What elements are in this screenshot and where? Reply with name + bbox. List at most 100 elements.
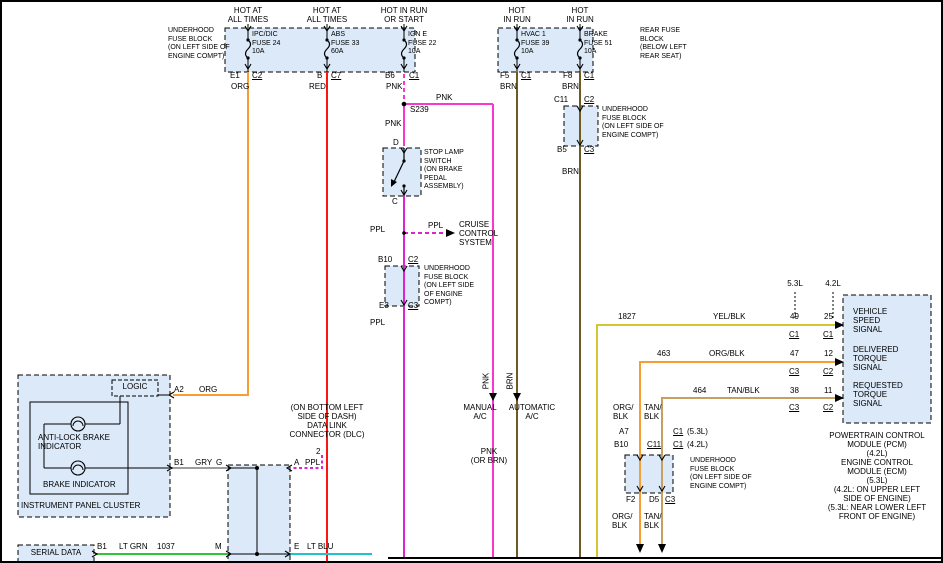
conn-c1-53: C1 <box>673 427 683 436</box>
arrow-to-cruise <box>446 229 455 237</box>
abs-indicator-label: ANTI-LOCK BRAKE INDICATOR <box>38 433 110 451</box>
pin-b6: B6 <box>385 71 395 80</box>
wire-label-brn-1: BRN <box>500 82 517 91</box>
pin-e3: E3 <box>379 301 389 310</box>
pin-b1-serial: B1 <box>97 542 107 551</box>
wire-num-463: 463 <box>657 349 670 358</box>
delivered-torque-label: DELIVERED TORQUE SIGNAL <box>853 345 898 372</box>
conn-c1-ign: C1 <box>409 71 419 80</box>
wire-tan-blk <box>662 398 842 549</box>
conn-c2-11: C2 <box>823 403 833 412</box>
stop-lamp-switch-label: STOP LAMP SWITCH (ON BRAKE PEDAL ASSEMBL… <box>424 149 464 192</box>
wire-num-464: 464 <box>693 386 706 395</box>
pin-c: C <box>392 197 398 206</box>
stop-lamp-switch-box <box>383 148 421 196</box>
underhood-b10-box <box>385 266 419 306</box>
conn-c3-b5: C3 <box>584 145 594 154</box>
underhood-right-label: UNDERHOOD FUSE BLOCK (ON LEFT SIDE OF EN… <box>690 457 752 491</box>
conn-c3-d5: C3 <box>665 495 675 504</box>
pin-b5: B5 <box>557 145 567 154</box>
feed-hot-4: HOT IN RUN <box>503 6 531 24</box>
pin-49: 49 <box>790 312 799 321</box>
conn-c11-right: C11 <box>647 440 661 449</box>
fuse-abs: ABS FUSE 33 60A <box>331 31 359 57</box>
pin-2: 2 <box>316 447 320 456</box>
engine-5-3l-label: 5.3L <box>787 279 803 288</box>
pin-m: M <box>215 542 222 551</box>
pin-c11: C11 <box>554 95 568 104</box>
conn-c1-hvac: C1 <box>521 71 531 80</box>
fuse-ipc-dic: IPC/DIC FUSE 24 10A <box>252 31 280 57</box>
pin-d5: D5 <box>649 495 659 504</box>
variant-5-3l: (5.3L) <box>687 427 708 436</box>
automatic-ac-label: AUTOMATIC A/C <box>509 403 555 421</box>
pin-b10-right: B10 <box>614 440 628 449</box>
feed-hot-5: HOT IN RUN <box>566 6 594 24</box>
wire-label-org-2: ORG <box>199 385 217 394</box>
conn-c2-b10: C2 <box>408 255 418 264</box>
wire-label-pnk-vert: PNK <box>482 373 491 389</box>
variant-4-2l: (4.2L) <box>687 440 708 449</box>
serial-data-label: SERIAL DATA <box>31 548 82 557</box>
conn-c7: C7 <box>331 71 341 80</box>
feed-hot-3: HOT IN RUN OR START <box>381 6 428 24</box>
fuse-brake: BRAKE FUSE 51 10A <box>584 31 612 57</box>
wire-label-brn-2: BRN <box>562 82 579 91</box>
brake-indicator-label: BRAKE INDICATOR <box>43 480 116 489</box>
wire-label-gry: GRY <box>195 458 212 467</box>
wire-label-org-blk: ORG/BLK <box>709 349 745 358</box>
component-boxes <box>18 28 931 562</box>
conn-c2-c11: C2 <box>584 95 594 104</box>
cluster-label: INSTRUMENT PANEL CLUSTER <box>21 501 140 510</box>
conn-c3-e3: C3 <box>408 301 418 310</box>
arrow-to-auto-ac <box>513 393 521 401</box>
pin-f2: F2 <box>626 495 635 504</box>
wire-num-1037: 1037 <box>157 542 175 551</box>
vss-signal-label: VEHICLE SPEED SIGNAL <box>853 307 887 334</box>
dlc-component-box <box>228 465 290 562</box>
underhood-main-label: UNDERHOOD FUSE BLOCK (ON LEFT SIDE OF EN… <box>168 27 230 61</box>
pin-b1: B1 <box>174 458 184 467</box>
conn-c2: C2 <box>252 71 262 80</box>
wire-label-org: ORG <box>231 82 249 91</box>
arrow-to-manual-ac <box>489 393 497 401</box>
pin-f8: F8 <box>563 71 572 80</box>
feed-hot-1: HOT AT ALL TIMES <box>228 6 268 24</box>
arrow-org-blk-continue <box>636 544 644 553</box>
wire-label-yel-blk: YEL/BLK <box>713 312 745 321</box>
fuse-hvac1: HVAC 1 FUSE 39 10A <box>521 31 549 57</box>
pin-a7: A7 <box>619 427 629 436</box>
pin-d: D <box>393 138 399 147</box>
wire-label-ppl-2: PPL <box>428 221 443 230</box>
pin-25: 25 <box>824 312 833 321</box>
cruise-control-label: CRUISE CONTROL SYSTEM <box>459 220 498 247</box>
underhood-right-box <box>625 455 673 493</box>
conn-c3-38: C3 <box>789 403 799 412</box>
wire-label-tan-blk-v2: TAN/ BLK <box>644 512 662 530</box>
conn-c1-25: C1 <box>823 330 833 339</box>
conn-c3-47: C3 <box>789 367 799 376</box>
wire-label-org-blk-v2: ORG/ BLK <box>612 512 632 530</box>
conn-c1-49: C1 <box>789 330 799 339</box>
pin-e1: E1 <box>230 71 240 80</box>
pin-a: A <box>294 458 299 467</box>
underhood-c11-label: UNDERHOOD FUSE BLOCK (ON LEFT SIDE OF EN… <box>602 106 664 140</box>
pin-38: 38 <box>790 386 799 395</box>
wire-label-pnk-3: PNK <box>385 119 401 128</box>
wire-label-ppl-4: PPL <box>305 458 320 467</box>
wire-label-brn-3: BRN <box>562 167 579 176</box>
wire-org <box>173 72 248 395</box>
pnk-or-brn-label: PNK (OR BRN) <box>471 447 507 465</box>
wire-label-lt-grn: LT GRN <box>119 542 148 551</box>
underhood-b10-label: UNDERHOOD FUSE BLOCK (ON LEFT SIDE OF EN… <box>424 265 474 308</box>
logic-label: LOGIC <box>123 382 148 391</box>
arrow-tan-blk-continue <box>658 544 666 553</box>
wire-yel-blk <box>597 325 842 557</box>
wire-label-tan-blk: TAN/BLK <box>727 386 760 395</box>
conn-c2-12: C2 <box>823 367 833 376</box>
pin-11: 11 <box>824 386 832 395</box>
wire-label-red: RED <box>309 82 326 91</box>
wire-num-1827: 1827 <box>618 312 636 321</box>
pin-e: E <box>294 542 299 551</box>
pin-f5: F5 <box>500 71 509 80</box>
